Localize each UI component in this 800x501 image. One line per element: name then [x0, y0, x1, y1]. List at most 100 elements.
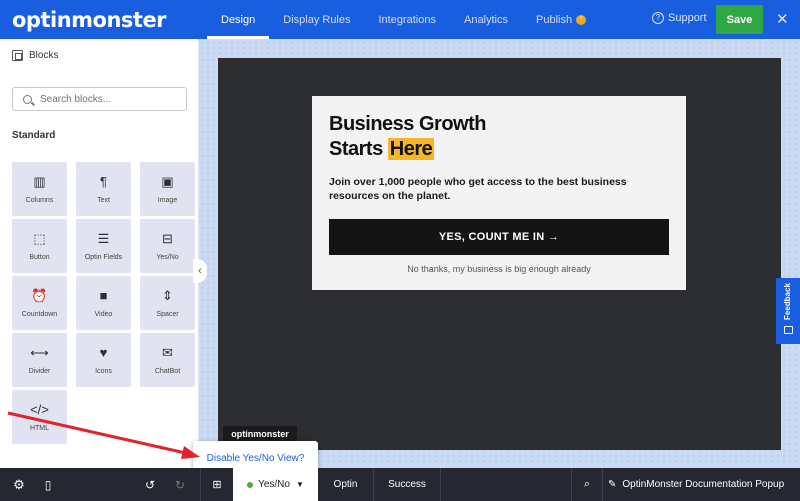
block-tile-button[interactable]: ⬚ Button [12, 219, 67, 273]
redo-icon[interactable]: ↻ [170, 468, 190, 501]
campaign-name-label: OptinMonster Documentation Popup [622, 479, 785, 490]
undo-icon[interactable]: ↺ [140, 468, 160, 501]
block-label: Optin Fields [84, 253, 123, 261]
headline-line-2: Starts Here [329, 137, 629, 162]
search-box[interactable] [12, 87, 187, 111]
code-icon: </> [30, 401, 49, 417]
close-icon[interactable]: ✕ [776, 10, 789, 28]
optin-label: Optin [333, 479, 358, 490]
headline-highlight: Here [387, 138, 435, 160]
divider [571, 468, 572, 501]
app: optinmonster Design Display Rules Integr… [0, 0, 800, 501]
tab-label: Analytics [463, 13, 509, 26]
section-label-standard: Standard [12, 130, 56, 141]
tab-label: Publish [536, 13, 573, 26]
block-label: Countdown [21, 310, 58, 318]
block-tile-image[interactable]: ▣ Image [140, 162, 195, 216]
publish-warning-badge: ! [576, 14, 587, 25]
block-tile-video[interactable]: ■ Video [76, 276, 131, 330]
block-tile-html[interactable]: </> HTML [12, 390, 67, 444]
chevron-down-icon: ▼ [295, 480, 304, 489]
headline-prefix: Starts [329, 138, 383, 160]
add-view-icon[interactable]: ⊞ [205, 468, 229, 501]
divider [602, 468, 603, 501]
block-tile-spacer[interactable]: ⇕ Spacer [140, 276, 195, 330]
heart-circle-icon: ♥ [99, 344, 108, 360]
blocks-sidebar: Blocks Standard ▥ Columns ¶ Text ▣ Image ⬚ Butt… [0, 39, 199, 468]
yes-no-icon: ⊟ [162, 230, 173, 246]
button-icon: ⬚ [33, 230, 46, 246]
main-nav: Design Display Rules Integrations Analyt… [207, 0, 600, 39]
block-label: Video [94, 310, 113, 318]
image-icon: ▣ [161, 173, 174, 189]
divider [440, 468, 441, 501]
tab-integrations[interactable]: Integrations [365, 0, 450, 39]
yes-no-view-tab[interactable]: Yes/No ▼ [233, 468, 318, 501]
headline-line-1: Business Growth [329, 113, 486, 135]
blocks-icon [12, 50, 23, 61]
active-status-dot [247, 481, 254, 488]
divider-icon: ⟷ [30, 344, 49, 360]
help-circle-icon: ? [652, 12, 664, 24]
tab-publish[interactable]: Publish ! [522, 0, 600, 39]
top-bar: optinmonster Design Display Rules Integr… [0, 0, 800, 39]
save-button[interactable]: Save [716, 5, 763, 34]
block-label: Image [157, 196, 178, 204]
block-label: Columns [25, 196, 54, 204]
block-tile-columns[interactable]: ▥ Columns [12, 162, 67, 216]
block-label: Divider [28, 367, 51, 375]
block-label: Button [29, 253, 50, 261]
block-grid: ▥ Columns ¶ Text ▣ Image ⬚ Button ☰ Optin Fields ⊟… [12, 162, 195, 444]
popup-preview[interactable]: Business Growth Starts Here Join over 1,… [312, 96, 686, 290]
search-input[interactable] [40, 93, 170, 105]
pencil-icon: ✎ [608, 479, 617, 490]
campaign-name[interactable]: ✎ OptinMonster Documentation Popup [608, 468, 796, 501]
tab-analytics[interactable]: Analytics [450, 0, 522, 39]
tab-label: Design [221, 13, 256, 26]
feedback-icon [784, 326, 793, 334]
powered-by-badge: optinmonster [223, 426, 297, 442]
video-camera-icon: ■ [99, 287, 108, 303]
block-tile-chatbot[interactable]: ✉ ChatBot [140, 333, 195, 387]
tab-design[interactable]: Design [207, 0, 270, 39]
spacer-icon: ⇕ [162, 287, 173, 303]
block-tile-icons[interactable]: ♥ Icons [76, 333, 131, 387]
success-label: Success [388, 479, 426, 490]
tab-display-rules[interactable]: Display Rules [269, 0, 364, 39]
chat-icon: ✉ [162, 344, 173, 360]
divider [200, 468, 201, 501]
columns-icon: ▥ [33, 173, 46, 189]
block-tile-text[interactable]: ¶ Text [76, 162, 131, 216]
success-view-tab[interactable]: Success [374, 468, 440, 501]
feedback-tab[interactable]: Feedback [776, 278, 800, 344]
block-label: Spacer [156, 310, 179, 318]
block-tile-yes-no[interactable]: ⊟ Yes/No [140, 219, 195, 273]
support-label: Support [668, 12, 707, 24]
optinmonster-logo[interactable]: optinmonster [12, 8, 167, 32]
block-label: Text [97, 196, 110, 204]
block-tile-countdown[interactable]: ⏰ Countdown [12, 276, 67, 330]
bottom-bar: ⚙ ▯ ↺ ↻ ⊞ Yes/No ▼ Optin Success ⌕ ✎ Opt… [0, 468, 800, 501]
block-label: Icons [95, 367, 112, 375]
block-tile-divider[interactable]: ⟷ Divider [12, 333, 67, 387]
paragraph-icon: ¶ [100, 173, 107, 189]
search-icon [23, 94, 32, 104]
no-thanks-link[interactable]: No thanks, my business is big enough alr… [312, 264, 686, 274]
block-label: Yes/No [156, 253, 179, 261]
cta-button[interactable]: YES, COUNT ME IN → [329, 219, 669, 255]
support-link[interactable]: ? Support [652, 12, 707, 24]
blocks-title: Blocks [29, 50, 59, 61]
search-icon[interactable]: ⌕ [575, 468, 599, 501]
tab-label: Display Rules [283, 13, 351, 26]
popup-subheadline[interactable]: Join over 1,000 people who get access to… [329, 175, 649, 203]
mobile-view-icon[interactable]: ▯ [38, 468, 58, 501]
form-fields-icon: ☰ [97, 230, 110, 246]
popup-headline[interactable]: Business Growth Starts Here [329, 112, 629, 162]
tab-label: Integrations [378, 13, 436, 26]
optin-view-tab[interactable]: Optin [318, 468, 373, 501]
tooltip-text[interactable]: Disable Yes/No View? [207, 453, 305, 464]
blocks-header: Blocks [12, 50, 58, 61]
feedback-label: Feedback [783, 283, 792, 320]
block-tile-optin-fields[interactable]: ☰ Optin Fields [76, 219, 131, 273]
settings-gear-icon[interactable]: ⚙ [8, 468, 30, 501]
